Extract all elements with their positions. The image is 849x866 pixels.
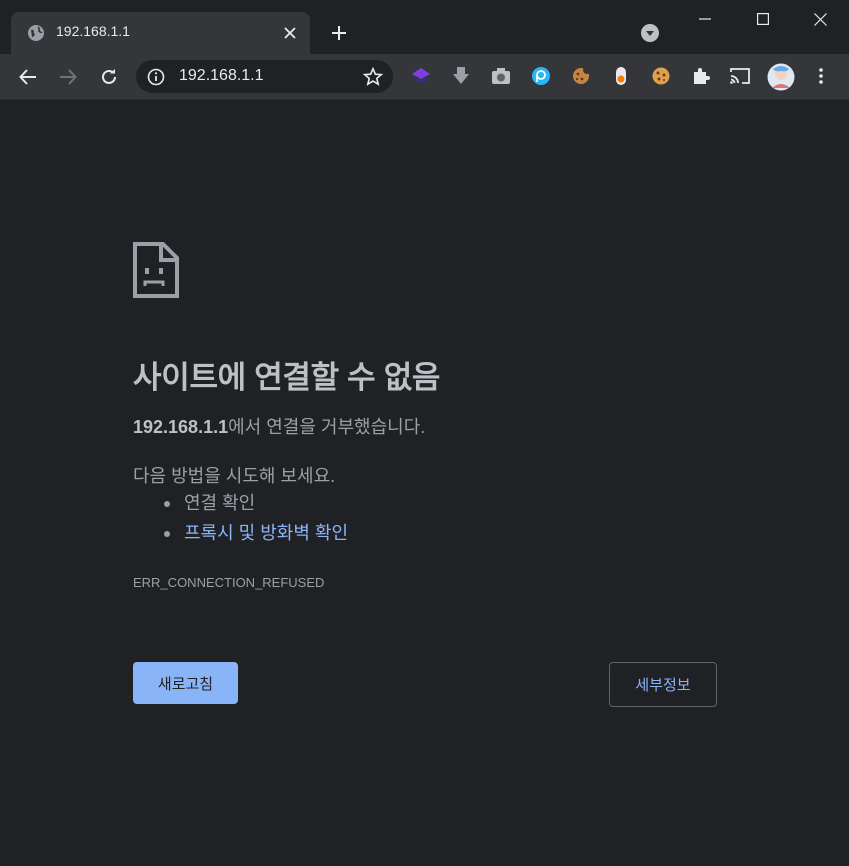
more-vert-icon [819, 68, 823, 84]
tab-title: 192.168.1.1 [56, 23, 130, 39]
forward-button[interactable] [53, 62, 83, 92]
error-message: 192.168.1.1에서 연결을 거부했습니다. [133, 413, 425, 439]
extensions-puzzle-icon[interactable] [690, 65, 712, 87]
suggestion-check-connection: 연결 확인 [184, 493, 256, 513]
url-text[interactable]: 192.168.1.1 [179, 67, 264, 85]
error-title: 사이트에 연결할 수 없음 [133, 360, 441, 395]
minimize-button[interactable] [676, 0, 734, 38]
back-arrow-icon [19, 69, 36, 85]
extension-cookie-bite-icon[interactable] [570, 65, 592, 87]
maximize-button[interactable] [734, 0, 792, 38]
sad-page-icon [133, 242, 179, 298]
error-host: 192.168.1.1 [133, 417, 229, 437]
globe-icon [28, 25, 44, 41]
minimize-icon [699, 18, 711, 20]
forward-arrow-icon [60, 69, 77, 85]
error-code: ERR_CONNECTION_REFUSED [133, 575, 325, 590]
extension-download-icon[interactable] [450, 65, 472, 87]
toolbar-divider [0, 99, 849, 100]
extension-camera-icon[interactable] [490, 65, 512, 87]
extension-p-icon[interactable] [530, 65, 552, 87]
tab-search-icon[interactable] [640, 23, 660, 43]
suggestion-check-proxy-link[interactable]: 프록시 및 방화벽 확인 [184, 523, 348, 543]
tab-strip: 192.168.1.1 [0, 0, 849, 54]
reload-page-button[interactable]: 새로고침 [133, 662, 238, 704]
address-bar[interactable]: 192.168.1.1 [136, 60, 393, 93]
star-icon[interactable] [363, 67, 383, 87]
new-tab-button[interactable] [326, 20, 352, 46]
error-message-suffix: 에서 연결을 거부했습니다. [228, 417, 426, 437]
extension-layers-icon[interactable] [410, 65, 432, 87]
back-button[interactable] [13, 62, 43, 92]
toolbar: 192.168.1.1 [0, 54, 849, 99]
list-item: 프록시 및 방화벽 확인 [133, 521, 348, 551]
close-icon [813, 12, 827, 26]
tab-close-button[interactable] [280, 23, 300, 43]
close-icon [284, 27, 296, 39]
suggestions-list: 연결 확인 프록시 및 방화벽 확인 [133, 491, 348, 551]
plus-icon [332, 26, 346, 40]
extension-toggle-icon[interactable] [610, 65, 632, 87]
avatar[interactable] [766, 62, 796, 92]
reload-icon [102, 69, 116, 84]
extension-cookie-icon[interactable] [650, 65, 672, 87]
reload-button[interactable] [94, 62, 124, 92]
cast-icon[interactable] [729, 65, 751, 87]
menu-button[interactable] [810, 65, 832, 87]
info-icon[interactable] [147, 68, 165, 86]
browser-tab[interactable]: 192.168.1.1 [11, 12, 310, 54]
details-button[interactable]: 세부정보 [609, 662, 717, 707]
suggestions-heading: 다음 방법을 시도해 보세요. [133, 466, 336, 486]
list-item: 연결 확인 [133, 491, 348, 521]
maximize-icon [757, 13, 769, 25]
close-window-button[interactable] [791, 0, 849, 38]
